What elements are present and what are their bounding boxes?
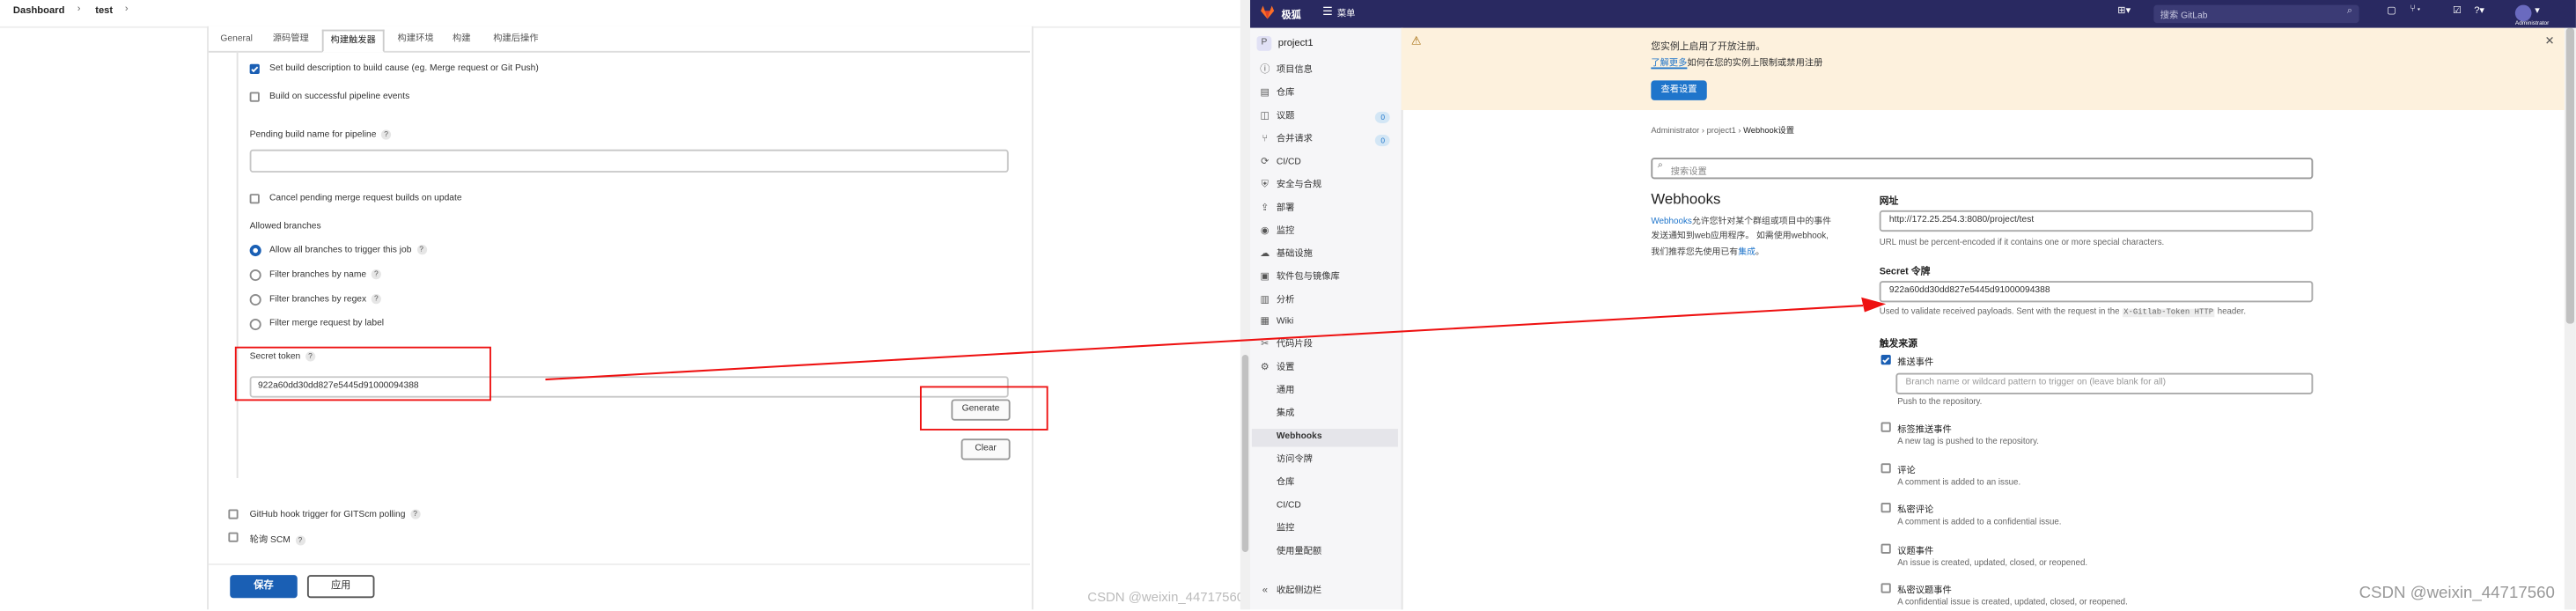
sidebar-subitem-7[interactable]: 使用量配额: [1252, 544, 1398, 563]
sidebar-subitem-1[interactable]: 集成: [1252, 406, 1398, 424]
sidebar-subitem-5[interactable]: CI/CD: [1252, 497, 1398, 516]
sidebar-item-3[interactable]: ⑂ 合并请求 0: [1256, 131, 1397, 150]
collapse-label: 收起侧边栏: [1276, 586, 1322, 597]
sidebar-item-label: 合并请求: [1276, 134, 1313, 144]
sidebar-item-icon: ◉: [1260, 225, 1270, 237]
sidebar-subitem-label: 仓库: [1276, 478, 1295, 489]
sidebar-item-badge: 0: [1375, 134, 1390, 146]
sidebar-item-badge: 0: [1375, 111, 1390, 123]
sidebar-item-icon: ▤: [1260, 88, 1270, 99]
sidebar-item-label: 仓库: [1276, 88, 1295, 99]
sidebar-subitem-6[interactable]: 监控: [1252, 521, 1398, 540]
event-checkbox-3[interactable]: [1880, 542, 1891, 553]
sidebar-item-0[interactable]: ⓘ 项目信息: [1256, 63, 1397, 81]
sidebar-subitem-0[interactable]: 通用: [1252, 383, 1398, 401]
sidebar-item-icon: ⓘ: [1260, 65, 1270, 76]
sidebar-item-label: 代码片段: [1276, 340, 1313, 351]
event-label-1: 评论: [1897, 466, 1916, 476]
sidebar-subitem-label: 集成: [1276, 409, 1295, 420]
sidebar-item-7[interactable]: ◉ 监控: [1256, 223, 1397, 241]
sidebar-item-icon: ▥: [1260, 294, 1270, 306]
sidebar-item-10[interactable]: ▥ 分析: [1256, 291, 1397, 310]
sidebar-item-13[interactable]: ⚙ 设置: [1256, 360, 1397, 379]
event-label-0: 标签推送事件: [1897, 425, 1952, 436]
sidebar-subitem-3[interactable]: 访问令牌: [1252, 452, 1398, 470]
sidebar-item-label: 议题: [1276, 111, 1295, 121]
sidebar-subitem-label: 通用: [1276, 386, 1295, 397]
event-label-4: 私密议题事件: [1897, 586, 1952, 597]
sidebar-item-icon: ◫: [1260, 111, 1270, 121]
sidebar-item-icon: ▣: [1260, 271, 1270, 283]
collapse-sidebar-button[interactable]: « 收起侧边栏: [1256, 583, 1397, 601]
event-desc-0: A new tag is pushed to the repository.: [1897, 437, 2039, 447]
event-desc-3: An issue is created, updated, closed, or…: [1897, 557, 2088, 568]
sidebar-item-label: 安全与合规: [1276, 180, 1322, 190]
sidebar-item-icon: ⇪: [1261, 202, 1270, 213]
sidebar-item-1[interactable]: ▤ 仓库: [1256, 85, 1397, 104]
sidebar-item-icon: ⛨: [1261, 180, 1270, 190]
sidebar-item-2[interactable]: ◫ 议题 0: [1256, 108, 1397, 127]
collapse-icon: «: [1262, 586, 1268, 597]
sidebar-item-label: 项目信息: [1276, 65, 1313, 76]
event-label-2: 私密评论: [1897, 505, 1934, 516]
sidebar-item-label: CI/CD: [1276, 157, 1301, 167]
sidebar-subitem-4[interactable]: 仓库: [1252, 475, 1398, 493]
sidebar-item-label: 设置: [1276, 364, 1295, 374]
sidebar-item-label: 基础设施: [1276, 248, 1313, 260]
event-checkbox-2[interactable]: [1880, 502, 1891, 513]
sidebar-item-4[interactable]: ⟳ CI/CD: [1256, 154, 1397, 173]
event-desc-1: A comment is added to an issue.: [1897, 477, 2021, 488]
event-label-3: 议题事件: [1897, 546, 1934, 556]
sidebar-item-8[interactable]: ☁ 基础设施: [1256, 246, 1397, 264]
sidebar-item-5[interactable]: ⛨ 安全与合规: [1256, 177, 1397, 195]
gitlab-scrollbar-thumb[interactable]: [2565, 27, 2575, 324]
sidebar-item-12[interactable]: ✂ 代码片段: [1256, 337, 1397, 356]
sidebar-item-icon: ☁: [1260, 248, 1270, 260]
sidebar-item-icon: ✂: [1261, 340, 1270, 351]
sidebar-item-label: 监控: [1276, 225, 1295, 237]
event-desc-4: A confidential issue is created, updated…: [1897, 598, 2128, 608]
sidebar-subitem-label: 访问令牌: [1276, 455, 1313, 466]
event-desc-2: A comment is added to a confidential iss…: [1897, 517, 2062, 527]
watermark-right: CSDN @weixin_44717560: [2359, 585, 2555, 603]
sidebar-subitem-label: CI/CD: [1276, 501, 1301, 512]
event-checkbox-1[interactable]: [1880, 462, 1891, 473]
sidebar-subitem-label: 监控: [1276, 524, 1295, 534]
event-checkbox-0[interactable]: [1880, 422, 1891, 432]
sidebar-item-label: Wiki: [1276, 317, 1294, 328]
sidebar-item-icon: ⚙: [1260, 364, 1270, 374]
sidebar-item-label: 软件包与镜像库: [1276, 271, 1340, 283]
sidebar-subitem-2[interactable]: Webhooks: [1251, 429, 1398, 447]
sidebar-item-11[interactable]: ▦ Wiki: [1256, 314, 1397, 333]
sidebar-item-label: 部署: [1276, 202, 1295, 213]
sidebar-item-icon: ⟳: [1261, 157, 1270, 167]
sidebar-item-icon: ⑂: [1262, 134, 1269, 144]
sidebar-item-6[interactable]: ⇪ 部署: [1256, 200, 1397, 218]
sidebar-item-icon: ▦: [1260, 317, 1270, 328]
sidebar-subitem-label: 使用量配额: [1276, 547, 1322, 557]
event-checkbox-4[interactable]: [1880, 583, 1891, 593]
sidebar-item-9[interactable]: ▣ 软件包与镜像库: [1256, 269, 1397, 287]
sidebar-item-label: 分析: [1276, 294, 1295, 306]
sidebar-subitem-label: Webhooks: [1276, 432, 1322, 443]
